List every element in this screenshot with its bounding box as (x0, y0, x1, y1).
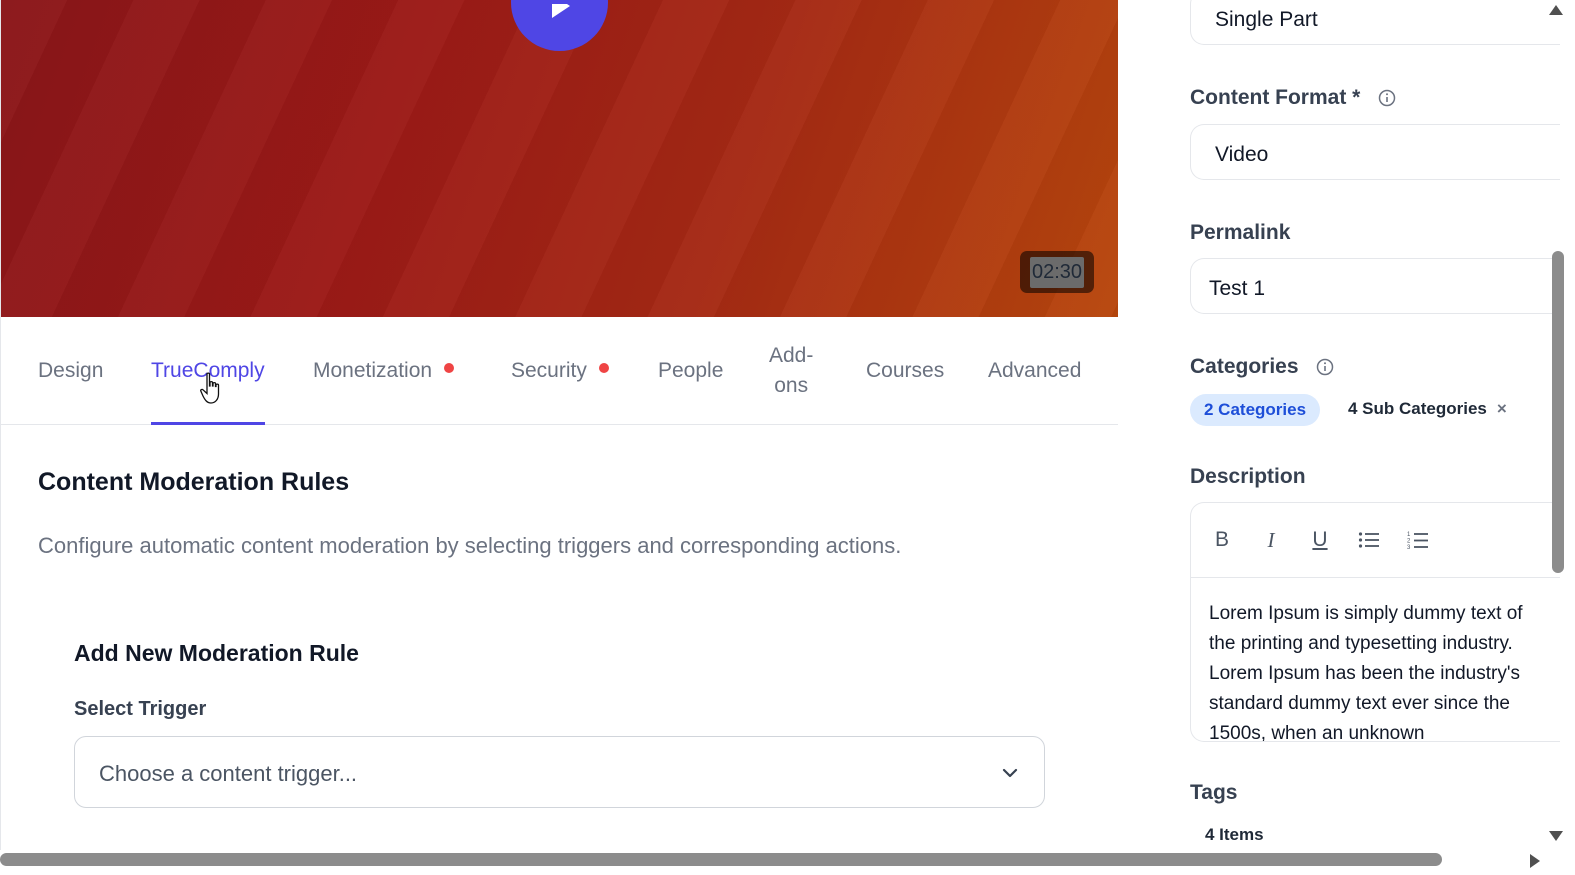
categories-chip[interactable]: 2 Categories (1190, 394, 1321, 426)
trigger-placeholder: Choose a content trigger... (99, 761, 358, 786)
categories-label: Categories (1190, 355, 1334, 379)
tab-label: People (658, 358, 724, 382)
play-button[interactable] (511, 0, 608, 51)
description-text[interactable]: Lorem Ipsum is simply dummy text of the … (1209, 599, 1554, 741)
scroll-up-arrow-icon[interactable] (1548, 4, 1564, 16)
info-icon[interactable] (1316, 358, 1334, 376)
hand-cursor-icon (200, 372, 220, 404)
tab-truecomply[interactable]: TrueComply (151, 317, 265, 425)
info-icon[interactable] (1378, 89, 1396, 107)
bullet-list-icon (1358, 532, 1379, 548)
type-select[interactable]: Single Part (1190, 0, 1560, 45)
tab-add-ons[interactable]: Add-ons (769, 317, 813, 424)
svg-text:1: 1 (1407, 532, 1411, 538)
categories-label-text: Categories (1190, 355, 1299, 378)
section-title: Content Moderation Rules (38, 468, 350, 496)
content-format-label: Content Format * (1190, 86, 1396, 110)
bold-icon: B (1214, 528, 1229, 551)
rule-title: Add New Moderation Rule (74, 640, 359, 666)
description-editor[interactable]: B I U 123 Lorem Ipsum is simply dummy te… (1190, 502, 1560, 742)
bold-button[interactable]: B (1209, 527, 1235, 553)
tab-monetization[interactable]: Monetization (313, 317, 455, 424)
tab-label-line1: Add- (769, 343, 814, 367)
tab-security[interactable]: Security (511, 317, 609, 424)
play-icon (552, 4, 570, 18)
tab-label-line2: ons (774, 373, 809, 397)
underline-icon: U (1312, 528, 1328, 551)
horizontal-scrollbar-thumb[interactable] (0, 853, 1442, 866)
details-sidebar: Single Part Content Format * Video Perma… (1118, 0, 1575, 850)
tags-count[interactable]: 4 Items (1205, 825, 1264, 845)
editor-toolbar: B I U 123 (1191, 503, 1560, 578)
tags-label: Tags (1190, 781, 1238, 804)
chevron-down-icon (1002, 768, 1018, 778)
content-format-value: Video (1215, 143, 1269, 166)
scroll-down-arrow-icon[interactable] (1548, 830, 1564, 842)
trigger-select[interactable]: Choose a content trigger... (74, 736, 1045, 808)
italic-icon: I (1267, 527, 1275, 552)
sub-categories-chip[interactable]: 4 Sub Categories × (1348, 399, 1507, 419)
duration-badge: 02:30 (1020, 251, 1094, 293)
description-label: Description (1190, 465, 1306, 488)
svg-text:2: 2 (1407, 539, 1411, 545)
tab-label: Advanced (988, 358, 1082, 382)
main-panel: 02:30 Design TrueComply Monetization Sec… (0, 0, 1120, 850)
tab-courses[interactable]: Courses (866, 317, 944, 424)
numbered-list-button[interactable]: 123 (1405, 527, 1431, 553)
permalink-label: Permalink (1190, 221, 1291, 244)
tab-label: Monetization (313, 358, 433, 382)
tab-people[interactable]: People (658, 317, 723, 424)
duration-text: 02:30 (1029, 256, 1085, 288)
trigger-label: Select Trigger (74, 698, 207, 720)
numbered-list-icon: 123 (1407, 532, 1428, 550)
tab-bar: Design TrueComply Monetization Security … (1, 317, 1119, 425)
permalink-value: Test 1 (1209, 277, 1266, 300)
underline-button[interactable]: U (1307, 527, 1333, 553)
tab-design[interactable]: Design (38, 317, 103, 424)
tab-advanced[interactable]: Advanced (988, 317, 1081, 424)
tab-label: Design (38, 358, 104, 382)
type-value: Single Part (1215, 8, 1318, 31)
content-format-label-text: Content Format * (1190, 86, 1361, 109)
svg-text:3: 3 (1407, 545, 1411, 550)
tab-label: Add-ons (769, 341, 813, 401)
scroll-right-arrow-icon[interactable] (1529, 853, 1541, 869)
tab-label: Courses (866, 358, 945, 382)
alert-dot (444, 362, 455, 373)
bullet-list-button[interactable] (1356, 527, 1382, 553)
tab-label: Security (511, 358, 587, 382)
italic-button[interactable]: I (1258, 527, 1284, 553)
sub-categories-text: 4 Sub Categories (1348, 399, 1487, 418)
section-description: Configure automatic content moderation b… (38, 533, 902, 558)
permalink-input[interactable]: Test 1 (1190, 258, 1560, 314)
video-preview[interactable]: 02:30 (1, 0, 1119, 317)
remove-icon[interactable]: × (1497, 399, 1507, 418)
content-format-select[interactable]: Video (1190, 124, 1560, 180)
alert-dot (598, 362, 609, 373)
vertical-scrollbar-thumb[interactable] (1552, 251, 1564, 573)
